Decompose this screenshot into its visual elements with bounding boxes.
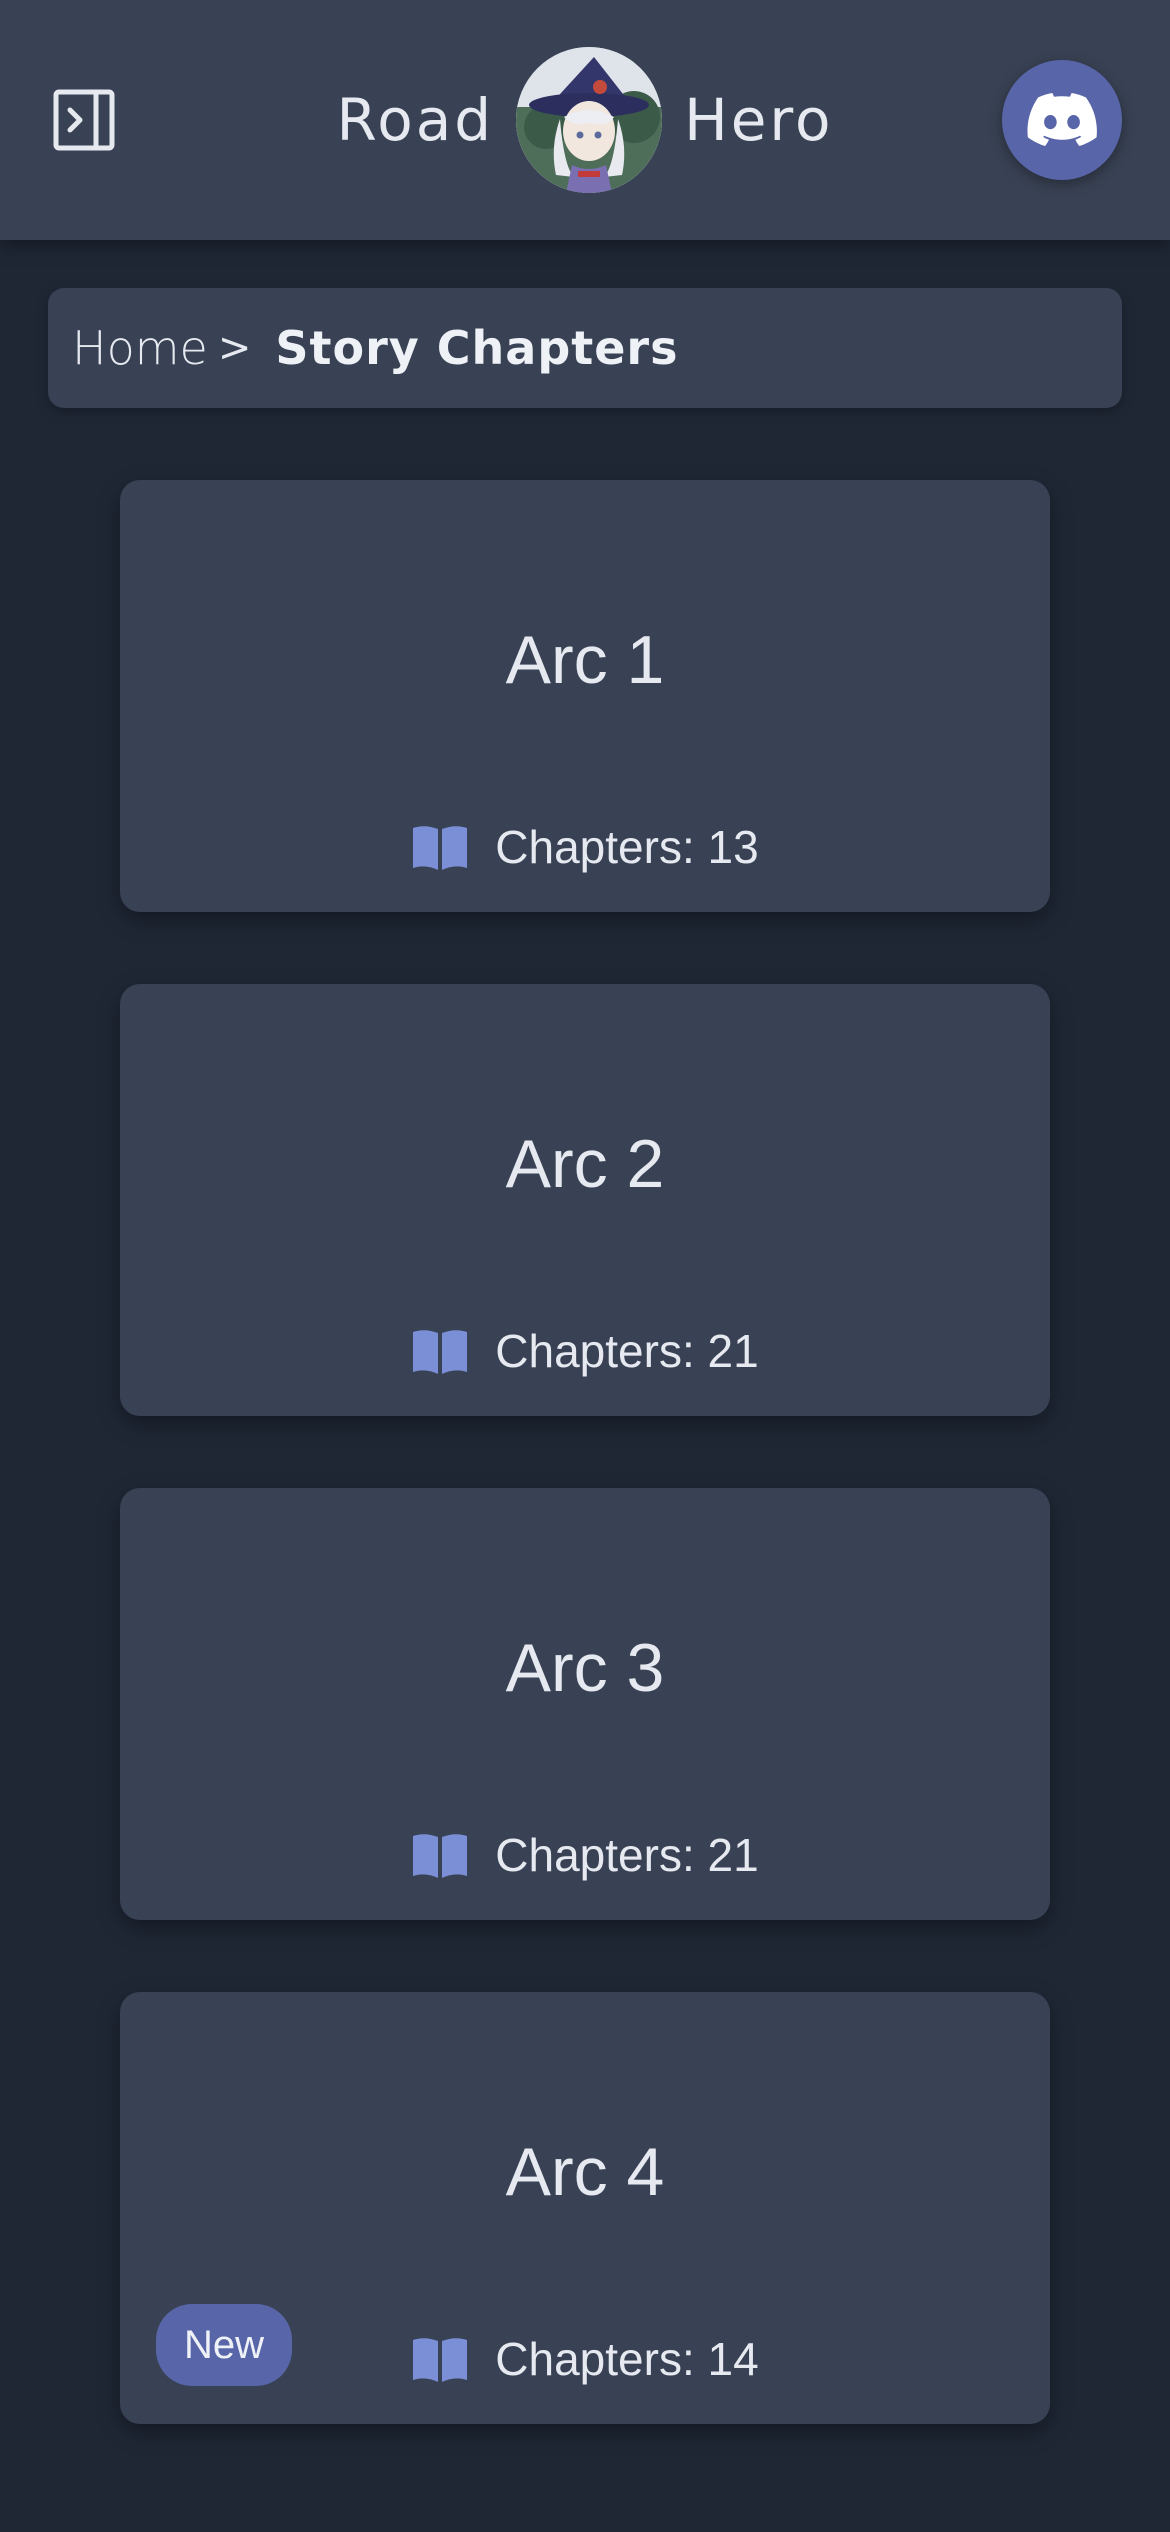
discord-button[interactable] — [1002, 60, 1122, 180]
arc-title: Arc 1 — [505, 622, 665, 698]
brand-word-right: Hero — [684, 86, 834, 154]
book-icon — [413, 826, 468, 870]
arc-chapter-count: Chapters: 21 — [495, 1829, 759, 1881]
arc-chapter-count: Chapters: 13 — [495, 821, 759, 873]
breadcrumb: Home > Story Chapters — [48, 288, 1122, 408]
arc-meta: Chapters: 13 — [120, 820, 1050, 874]
book-icon — [413, 2338, 468, 2382]
app-header: Road Hero — [0, 0, 1170, 240]
brand: Road Hero — [0, 42, 1170, 198]
witch-avatar-image — [516, 47, 663, 193]
breadcrumb-separator: > — [217, 325, 252, 371]
breadcrumb-current: Story Chapters — [275, 321, 679, 375]
book-icon — [413, 1834, 468, 1878]
sidebar-toggle-button[interactable] — [52, 88, 116, 152]
arc-chapter-count: Chapters: 14 — [495, 2333, 759, 2385]
arc-card-1[interactable]: Arc 1 Chapters: 13 — [120, 480, 1050, 912]
arc-title: Arc 4 — [505, 2134, 665, 2210]
brand-logo[interactable] — [516, 47, 663, 193]
arc-title: Arc 2 — [505, 1126, 665, 1202]
arc-meta: Chapters: 21 — [120, 1324, 1050, 1378]
arc-meta: Chapters: 21 — [120, 1828, 1050, 1882]
arc-card-2[interactable]: Arc 2 Chapters: 21 — [120, 984, 1050, 1416]
book-icon — [413, 1330, 468, 1374]
arc-meta: Chapters: 14 — [120, 2332, 1050, 2386]
breadcrumb-home-link[interactable]: Home — [72, 321, 208, 375]
brand-word-left: Road — [336, 86, 495, 154]
arc-card-3[interactable]: Arc 3 Chapters: 21 — [120, 1488, 1050, 1920]
sidebar-toggle-icon — [53, 89, 115, 151]
arc-title: Arc 3 — [505, 1630, 665, 1706]
arc-chapter-count: Chapters: 21 — [495, 1325, 759, 1377]
arc-card-4[interactable]: Arc 4 New Chapters: 14 — [120, 1992, 1050, 2424]
discord-icon — [1027, 93, 1097, 146]
